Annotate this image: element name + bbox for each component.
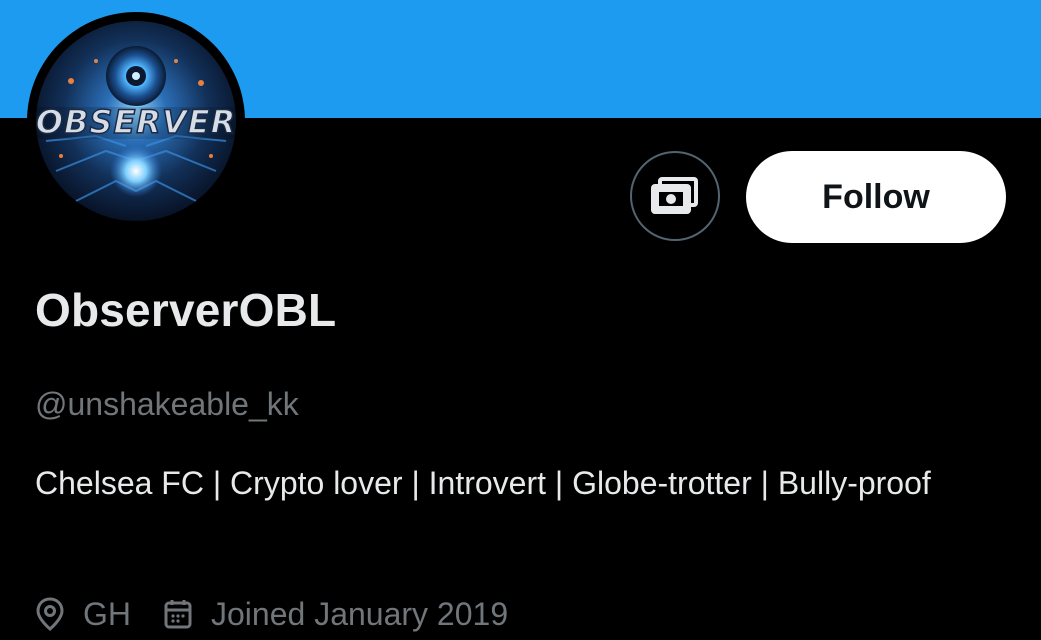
calendar-icon xyxy=(164,600,192,629)
avatar[interactable]: OBSERVER xyxy=(27,12,245,230)
profile-meta: GH Joined January 2019 xyxy=(35,592,540,636)
display-name: ObserverOBL xyxy=(35,284,337,336)
joined-date-text: Joined January 2019 xyxy=(211,595,509,632)
user-handle: @unshakeable_kk xyxy=(35,386,299,422)
avatar-logo-text: OBSERVER xyxy=(36,103,236,141)
joined-item: Joined January 2019 xyxy=(163,596,508,633)
location-item: GH xyxy=(35,596,131,633)
location-text: GH xyxy=(83,595,131,632)
location-pin-icon xyxy=(36,597,64,631)
follow-button[interactable]: Follow xyxy=(746,151,1006,243)
tip-button[interactable] xyxy=(630,151,720,241)
avatar-image: OBSERVER xyxy=(36,21,236,221)
money-icon xyxy=(651,177,698,214)
profile-bio: Chelsea FC | Crypto lover | Introvert | … xyxy=(35,465,931,501)
